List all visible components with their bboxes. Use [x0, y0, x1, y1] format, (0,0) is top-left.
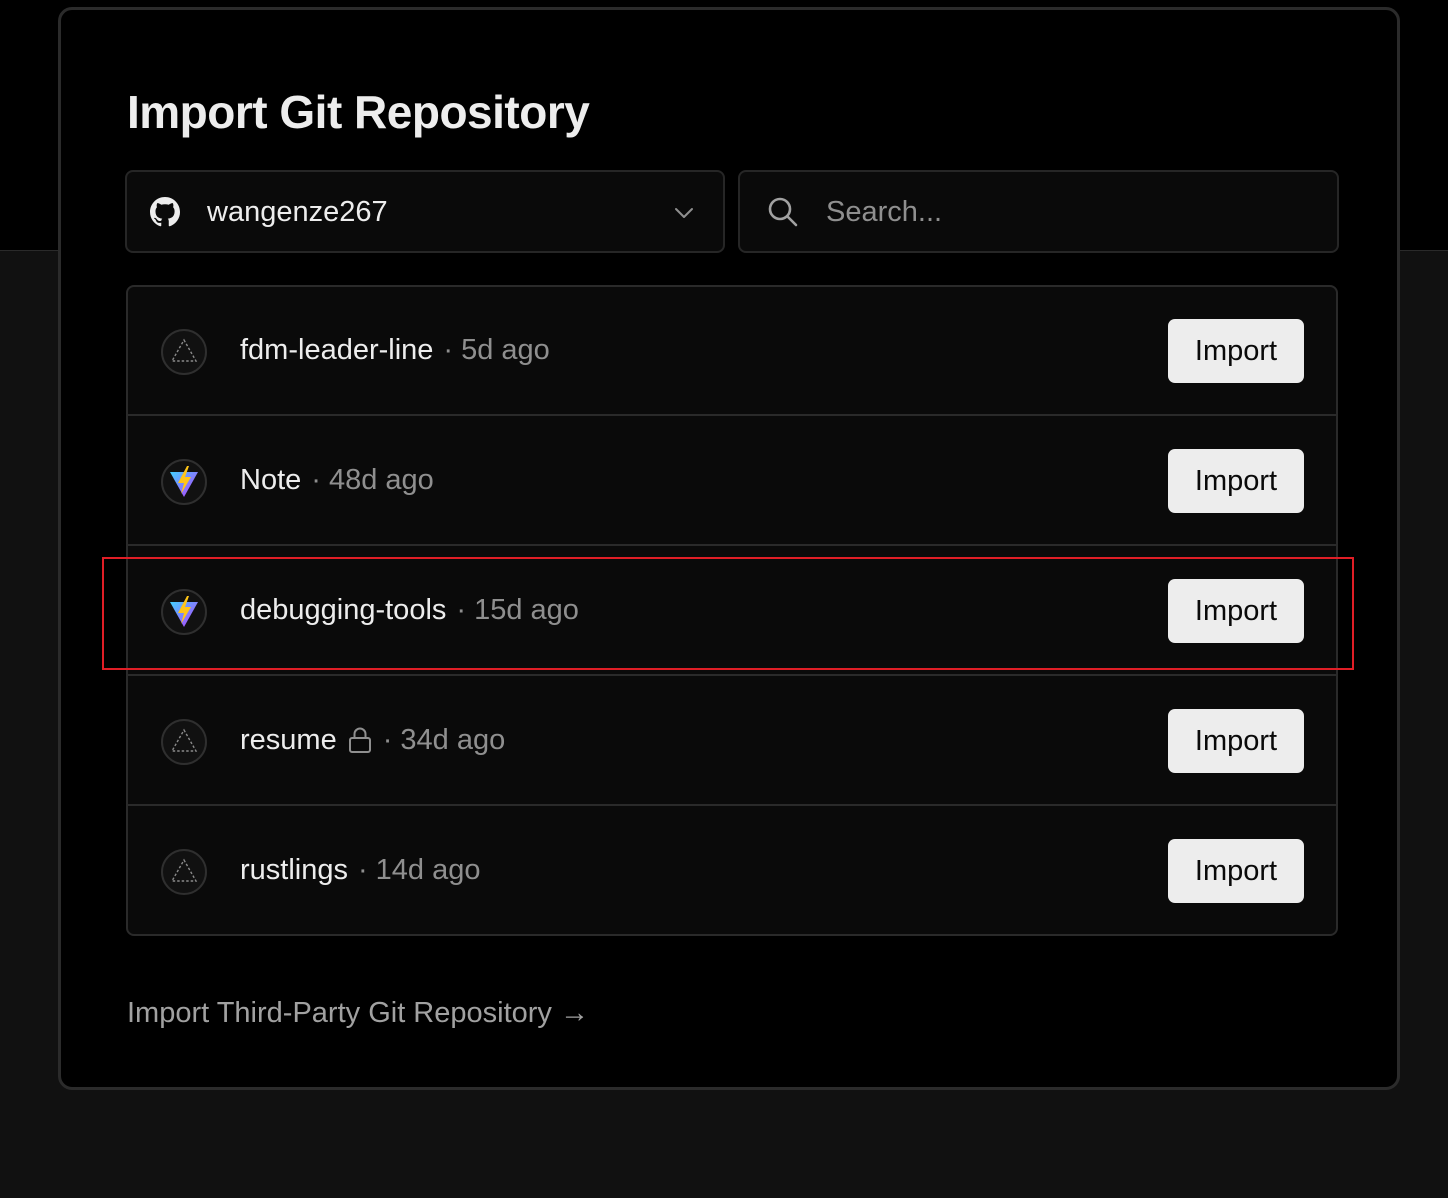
import-button[interactable]: Import [1168, 449, 1304, 513]
repository-row: rustlings · 14d ago Import [128, 807, 1336, 934]
account-name: wangenze267 [207, 196, 388, 228]
repository-updated-age: 14d ago [375, 854, 481, 886]
vite-icon [161, 589, 207, 635]
search-input[interactable] [826, 190, 1306, 234]
lock-icon [348, 727, 371, 753]
repository-row: Note · 48d ago Import [128, 417, 1336, 546]
repository-name[interactable]: Note [240, 462, 301, 498]
repository-name[interactable]: fdm-leader-line [240, 332, 433, 368]
separator-dot: · [456, 594, 467, 626]
repository-row: resume · 34d ago Import [128, 677, 1336, 806]
repository-info: resume · 34d ago [240, 722, 505, 758]
repository-row: debugging-tools · 15d ago Import [128, 547, 1336, 676]
repository-info: fdm-leader-line · 5d ago [240, 332, 550, 368]
separator-dot: · [382, 724, 393, 756]
repository-updated-age: 34d ago [400, 724, 506, 756]
import-third-party-link[interactable]: Import Third-Party Git Repository → [127, 995, 589, 1031]
repository-updated-age: 15d ago [474, 594, 579, 626]
search-field [738, 170, 1339, 253]
vite-icon [161, 459, 207, 505]
chevron-down-icon [675, 208, 693, 218]
page-title: Import Git Repository [127, 86, 590, 138]
repository-name[interactable]: debugging-tools [240, 592, 446, 628]
repository-name[interactable]: rustlings [240, 852, 348, 888]
account-select[interactable]: wangenze267 [125, 170, 725, 253]
repository-row: fdm-leader-line · 5d ago Import [128, 287, 1336, 416]
import-button[interactable]: Import [1168, 839, 1304, 903]
repository-name[interactable]: resume [240, 722, 337, 758]
separator-dot: · [311, 464, 321, 496]
vercel-triangle-icon [161, 719, 207, 765]
search-icon [768, 197, 798, 227]
import-git-repository-card: Import Git Repository wangenze267 fdm-le… [58, 7, 1400, 1090]
import-button[interactable]: Import [1168, 319, 1304, 383]
repository-list: fdm-leader-line · 5d ago Import Note · 4… [126, 285, 1338, 936]
repository-updated-age: 48d ago [328, 464, 434, 496]
repository-updated-age: 5d ago [461, 334, 550, 366]
separator-dot: · [358, 854, 368, 886]
repository-info: rustlings · 14d ago [240, 852, 481, 888]
separator-dot: · [443, 334, 454, 366]
vercel-triangle-icon [161, 329, 207, 375]
vercel-triangle-icon [161, 849, 207, 895]
repository-info: Note · 48d ago [240, 462, 434, 498]
repository-info: debugging-tools · 15d ago [240, 592, 579, 628]
import-button[interactable]: Import [1168, 709, 1304, 773]
import-button[interactable]: Import [1168, 579, 1304, 643]
github-icon [150, 197, 180, 227]
